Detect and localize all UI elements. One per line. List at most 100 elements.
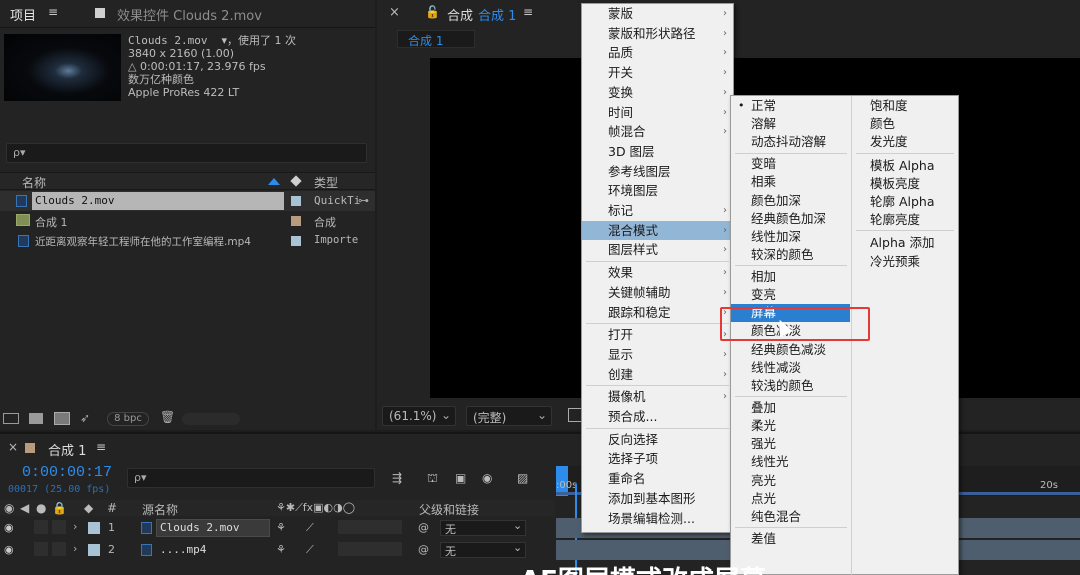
blend-mode-item[interactable]: 模板亮度 <box>852 175 958 193</box>
blend-mode-item[interactable]: 轮廓 Alpha <box>852 193 958 211</box>
menu-item[interactable]: 打开 › <box>582 325 733 345</box>
close-icon[interactable]: × <box>8 440 18 454</box>
rocket-icon[interactable]: ➶ <box>80 411 90 425</box>
menu-item[interactable]: 反向选择 <box>582 430 733 450</box>
comp-tab-prefix[interactable]: 合成 <box>447 5 473 24</box>
blend-mode-item[interactable]: 颜色加深 <box>731 192 850 210</box>
menu-item[interactable]: 场景编辑检测... <box>582 509 733 529</box>
switch-boxes[interactable] <box>338 542 402 556</box>
tab-project[interactable]: 项目 <box>10 5 36 24</box>
blend-mode-item[interactable]: 强光 <box>731 435 850 453</box>
current-timecode[interactable]: 0:00:00:17 <box>22 464 112 481</box>
panel-menu-icon[interactable]: ≡ <box>523 5 533 19</box>
blend-mode-item[interactable]: Alpha 添加 <box>852 234 958 252</box>
blend-mode-item[interactable]: 经典颜色减淡 <box>731 341 850 359</box>
blend-mode-item[interactable]: 纯色混合 <box>731 508 850 526</box>
blend-mode-item[interactable]: 线性光 <box>731 453 850 471</box>
column-name[interactable]: 名称 <box>22 174 46 191</box>
menu-item[interactable]: 添加到基本图形 <box>582 489 733 509</box>
comp-tab-name[interactable]: 合成 1 <box>478 5 516 24</box>
menu-item[interactable]: 帧混合 › <box>582 122 733 142</box>
blend-mode-item[interactable]: 差值 <box>731 530 850 548</box>
menu-item[interactable]: 跟踪和稳定 › <box>582 303 733 323</box>
menu-item[interactable]: 标记 › <box>582 201 733 221</box>
lock-icon[interactable]: 🔓 <box>425 5 440 19</box>
menu-item[interactable]: 参考线图层 <box>582 162 733 182</box>
blend-mode-item[interactable]: 发光度 <box>852 133 958 151</box>
close-icon[interactable]: × <box>389 5 400 20</box>
blend-mode-item[interactable]: 饱和度 <box>852 97 958 115</box>
flowchart-icon[interactable]: ⊶ <box>358 194 369 207</box>
menu-item[interactable]: 环境图层 <box>582 181 733 201</box>
new-composition-icon[interactable] <box>54 412 70 425</box>
draft-3d-icon[interactable]: ⛫ <box>427 471 438 487</box>
menu-item[interactable]: 蒙版 › <box>582 4 733 24</box>
project-search-input[interactable]: ρ▾ <box>6 143 367 163</box>
bit-depth-button[interactable]: 8 bpc <box>107 412 149 426</box>
label-swatch[interactable] <box>88 522 100 534</box>
blend-mode-item[interactable]: 冷光预乘 <box>852 253 958 271</box>
interpret-footage-icon[interactable] <box>3 413 19 424</box>
trash-icon[interactable]: 🗑 <box>160 410 175 424</box>
visibility-eye-icon[interactable]: ◉ <box>4 521 14 534</box>
menu-item[interactable]: 品质 › <box>582 43 733 63</box>
list-item[interactable]: 合成 1 合成 <box>0 211 375 231</box>
blend-mode-item[interactable]: 溶解 <box>731 115 850 133</box>
column-source-name[interactable]: 源名称 <box>142 501 178 518</box>
motion-blur-icon[interactable]: ◉ <box>482 471 492 485</box>
snapshot-icon[interactable] <box>568 408 582 422</box>
menu-item[interactable]: 3D 图层 <box>582 142 733 162</box>
timeline-tab[interactable]: 合成 1 <box>48 440 86 459</box>
menu-item[interactable]: 关键帧辅助 › <box>582 283 733 303</box>
resolution-select[interactable]: (完整) ⌄ <box>466 406 552 426</box>
column-parent[interactable]: 父级和链接 <box>419 501 479 518</box>
parent-select[interactable]: 无 ⌄ <box>440 519 526 536</box>
list-item[interactable]: Clouds 2.mov QuickTi ⊶ <box>0 191 375 211</box>
menu-item[interactable]: 图层样式 › <box>582 240 733 260</box>
lock-box[interactable] <box>52 542 66 556</box>
menu-item[interactable]: 混合模式 › <box>582 220 733 241</box>
menu-item[interactable]: 预合成... <box>582 407 733 427</box>
blend-mode-item[interactable]: 相加 <box>731 268 850 286</box>
sort-ascending-icon[interactable] <box>268 178 280 185</box>
new-folder-icon[interactable] <box>29 413 43 424</box>
blend-mode-item[interactable]: 点光 <box>731 490 850 508</box>
blend-mode-item[interactable]: 较浅的颜色 <box>731 377 850 395</box>
expand-chevron-icon[interactable]: › <box>73 542 77 555</box>
blend-mode-item[interactable]: 经典颜色加深 <box>731 210 850 228</box>
blend-mode-item[interactable]: 颜色 <box>852 115 958 133</box>
blend-mode-item[interactable]: 柔光 <box>731 417 850 435</box>
frame-blend-icon[interactable]: ▣ <box>455 471 466 485</box>
blend-mode-item[interactable]: 线性加深 <box>731 228 850 246</box>
visibility-eye-icon[interactable]: ◉ <box>4 543 14 556</box>
graph-editor-icon[interactable]: ▨ <box>517 471 528 485</box>
blend-mode-item[interactable]: 相乘 <box>731 173 850 191</box>
pickwhip-icon[interactable]: @ <box>418 521 429 534</box>
table-row[interactable]: ◉ › 2 ....mp4 ⚘ ⟋ @ 无 ⌄ <box>0 540 555 560</box>
solo-box[interactable] <box>34 542 48 556</box>
zoom-select[interactable]: (61.1%) ⌄ <box>382 406 456 426</box>
label-swatch[interactable] <box>88 544 100 556</box>
blend-mode-item[interactable]: 动态抖动溶解 <box>731 133 850 151</box>
menu-item[interactable]: 摄像机 › <box>582 387 733 407</box>
blend-mode-item[interactable]: 叠加 <box>731 399 850 417</box>
quality-icon[interactable]: ⟋ <box>306 521 314 535</box>
menu-item[interactable]: 重命名 <box>582 469 733 489</box>
blend-mode-item[interactable]: 变暗 <box>731 155 850 173</box>
lock-box[interactable] <box>52 520 66 534</box>
menu-item[interactable]: 时间 › <box>582 103 733 123</box>
menu-item[interactable]: 变换 › <box>582 83 733 103</box>
column-type[interactable]: 类型 <box>314 174 338 191</box>
list-item[interactable]: 近距离观察年轻工程师在他的工作室编程.mp4 Importe <box>0 231 375 251</box>
blend-mode-item[interactable]: 线性减淡 <box>731 359 850 377</box>
switch-boxes[interactable] <box>338 520 402 534</box>
timeline-search-input[interactable]: ρ▾ <box>127 468 375 488</box>
comp-flowchart-icon[interactable]: ⇶ <box>392 471 402 485</box>
shy-icon[interactable]: ⚘ <box>276 521 286 534</box>
thumbnail-slider[interactable] <box>182 413 240 425</box>
comp-flowchart-tab[interactable]: 合成 1 <box>397 30 475 48</box>
blend-mode-item[interactable]: 变亮 <box>731 286 850 304</box>
menu-item[interactable]: 蒙版和形状路径 › <box>582 24 733 44</box>
parent-select[interactable]: 无 ⌄ <box>440 541 526 558</box>
panel-menu-icon[interactable]: ≡ <box>96 440 106 454</box>
